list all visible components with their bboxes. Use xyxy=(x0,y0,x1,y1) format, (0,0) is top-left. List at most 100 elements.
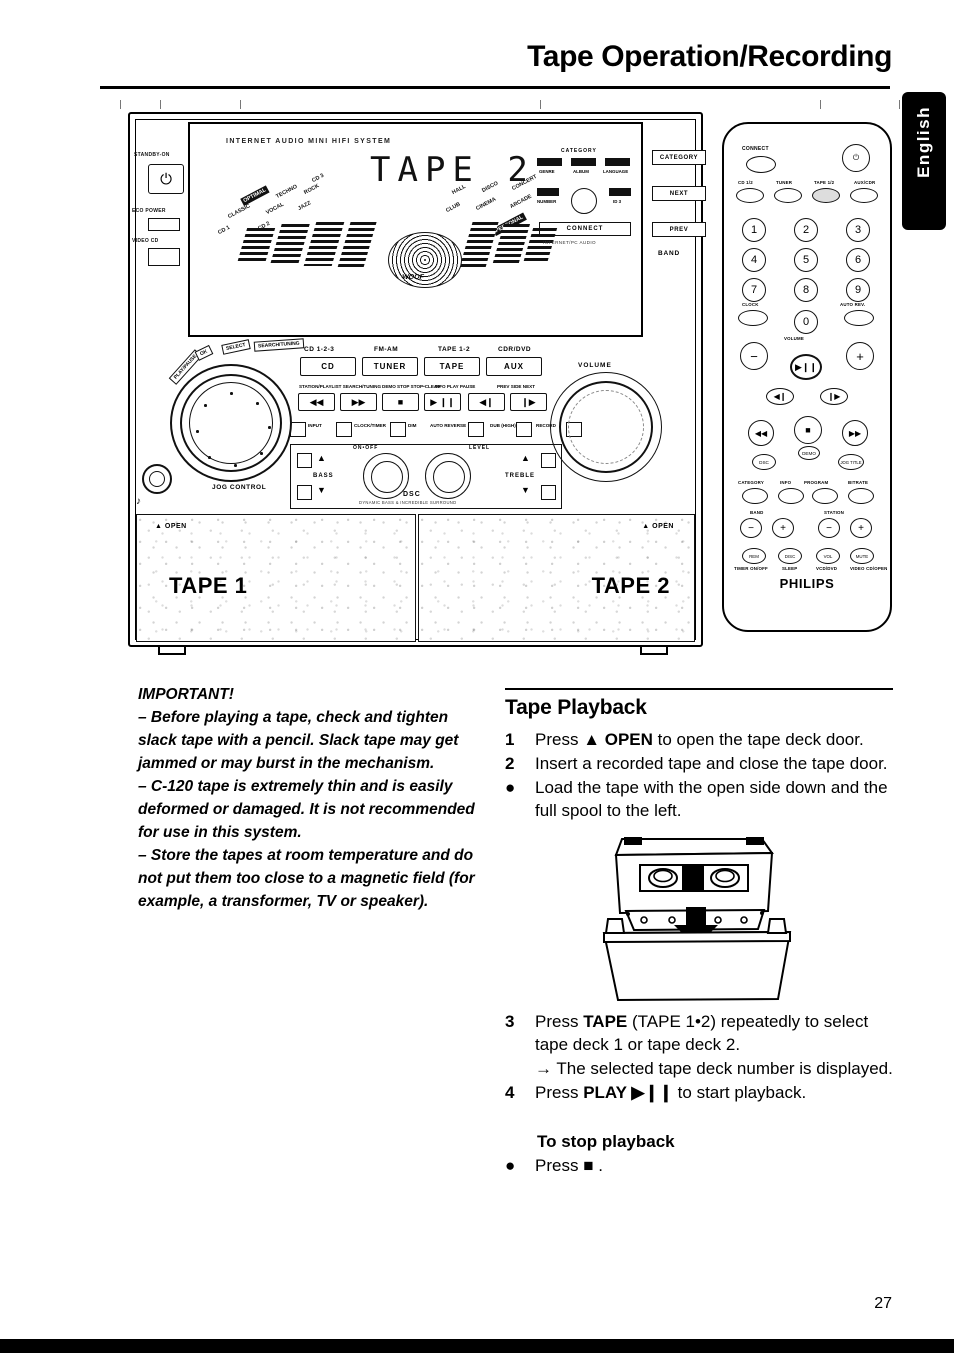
remote-volume-up-button[interactable]: + xyxy=(846,342,874,370)
remote-mute-button[interactable]: MUTE xyxy=(850,548,874,564)
source-button-cd[interactable]: CD xyxy=(300,357,356,376)
tone-control-panel: ▲ BASS ▼ ON•OFF LEVEL DSC DYNAMIC BASS &… xyxy=(290,444,562,509)
transport-button-forward[interactable]: ▶▶ xyxy=(340,393,377,411)
step-bullet: ● xyxy=(505,1156,516,1175)
remote-number-0[interactable]: 0 xyxy=(794,310,818,334)
spectrum-bar xyxy=(236,228,276,264)
category-key[interactable]: CATEGORY xyxy=(652,150,706,165)
remote-cap-category: CATEGORY xyxy=(738,480,764,485)
remote-connect-button[interactable] xyxy=(746,156,776,173)
next-key[interactable]: NEXT xyxy=(652,186,706,201)
remote-source-tuner-button[interactable] xyxy=(774,188,802,203)
remote-volume-down-button[interactable]: − xyxy=(740,342,768,370)
remote-station-down-button[interactable]: − xyxy=(818,518,840,538)
remote-number-5[interactable]: 5 xyxy=(794,248,818,272)
connect-button[interactable]: CONNECT xyxy=(539,222,631,236)
eq-preset-cd1: CD 1 xyxy=(217,224,232,236)
remote-jog-title-button[interactable]: JOG TITLE xyxy=(838,454,864,470)
remote-bitrate-button[interactable] xyxy=(848,488,874,504)
bass-down-button[interactable] xyxy=(297,485,312,500)
remote-category-button[interactable] xyxy=(742,488,768,504)
video-cd-button[interactable] xyxy=(148,248,180,266)
remote-band-up-button[interactable]: + xyxy=(772,518,794,538)
prev-key[interactable]: PREV xyxy=(652,222,706,237)
source-button-aux[interactable]: AUX xyxy=(486,357,542,376)
remote-number-7[interactable]: 7 xyxy=(742,278,766,302)
eco-power-button[interactable] xyxy=(148,218,180,231)
language-tab: English xyxy=(902,92,946,230)
remote-program-button[interactable] xyxy=(812,488,838,504)
playback-step: 3 Press TAPE (TAPE 1•2) repeatedly to sel… xyxy=(505,1010,897,1056)
category-knob[interactable] xyxy=(571,188,597,214)
tape-deck-1[interactable]: ▲ OPEN TAPE 1 xyxy=(136,514,416,642)
remote-info-button[interactable] xyxy=(778,488,804,504)
feature-button-dub[interactable] xyxy=(516,422,532,437)
source-cap-aux: CDR/DVD xyxy=(498,346,532,353)
transport-button-stop[interactable]: ■ xyxy=(382,393,419,411)
standby-button[interactable]: ⏻ xyxy=(148,164,184,194)
source-cap-tape: TAPE 1-2 xyxy=(438,346,471,353)
remote-number-1[interactable]: 1 xyxy=(742,218,766,242)
step-number: 4 xyxy=(505,1083,515,1102)
remote-number-6[interactable]: 6 xyxy=(846,248,870,272)
eco-power-label: ECO POWER xyxy=(132,208,166,214)
remote-forward-button[interactable]: ▶▶ xyxy=(842,420,868,446)
eq-preset-arcade: ARCADE xyxy=(509,193,533,210)
dsc-level-knob[interactable] xyxy=(425,453,471,499)
bass-up-button[interactable] xyxy=(297,453,312,468)
remote-band-down-button[interactable]: − xyxy=(740,518,762,538)
transport-button-prev[interactable]: ◀❙ xyxy=(468,393,505,411)
remote-stop-button[interactable]: ■ xyxy=(794,416,822,444)
remote-number-8[interactable]: 8 xyxy=(794,278,818,302)
treble-down-button[interactable] xyxy=(541,485,556,500)
remote-clock-button[interactable] xyxy=(738,310,768,326)
language-tab-label: English xyxy=(914,106,933,178)
playback-steps-upper: 1 Press ▲ OPEN to open the tape deck door… xyxy=(505,728,897,822)
remote-demo-button[interactable]: DEMO xyxy=(798,446,820,460)
playback-step: → The selected tape deck number is displ… xyxy=(505,1057,897,1080)
spectrum-bar xyxy=(303,222,345,266)
cassette-illustration-svg xyxy=(602,837,792,1002)
system-brandline: INTERNET AUDIO MINI HIFI SYSTEM xyxy=(226,138,392,145)
tape-deck-2[interactable]: ▲ OPEN TAPE 2 xyxy=(418,514,695,642)
lcd-display-text: TAPE 2 xyxy=(370,150,535,190)
tape-deck-2-open-label: ▲ OPEN xyxy=(642,523,674,530)
transport-button-rewind[interactable]: ◀◀ xyxy=(298,393,335,411)
headphone-icon: ♪ xyxy=(136,496,141,507)
remote-number-3[interactable]: 3 xyxy=(846,218,870,242)
remote-prev-button[interactable]: ◀❙ xyxy=(766,388,794,405)
remote-power-button[interactable]: ⏻ xyxy=(842,144,870,172)
remote-source-cd-button[interactable] xyxy=(736,188,764,203)
remote-dsc-button[interactable]: DSC xyxy=(752,454,776,470)
remote-station-up-button[interactable]: + xyxy=(850,518,872,538)
feature-button-input[interactable] xyxy=(290,422,306,437)
feature-button-dim[interactable] xyxy=(390,422,406,437)
transport-button-play[interactable]: ▶ ❙❙ xyxy=(424,393,461,411)
standby-column: STANDBY-ON ⏻ ECO POWER VIDEO CD xyxy=(126,150,190,290)
feature-button-clock-timer[interactable] xyxy=(336,422,352,437)
remote-rem-button[interactable]: REM xyxy=(742,548,766,564)
source-button-tape[interactable]: TAPE xyxy=(424,357,480,376)
right-key-column: CATEGORY NEXT PREV BAND xyxy=(650,144,712,274)
remote-play-pause-button[interactable]: ▶❙❙ xyxy=(790,354,822,380)
transport-button-next[interactable]: ❙▶ xyxy=(510,393,547,411)
remote-vol-button[interactable]: VOL xyxy=(816,548,840,564)
page-bottom-bar xyxy=(0,1339,954,1353)
volume-knob[interactable] xyxy=(550,372,662,482)
important-paragraph: – Store the tapes at room temperature an… xyxy=(138,847,475,910)
remote-autorev-label: AUTO REV. xyxy=(840,302,866,307)
source-button-tuner[interactable]: TUNER xyxy=(362,357,418,376)
remote-source-aux-button[interactable] xyxy=(850,188,878,203)
remote-number-9[interactable]: 9 xyxy=(846,278,870,302)
remote-number-2[interactable]: 2 xyxy=(794,218,818,242)
remote-disc-button[interactable]: DISC xyxy=(778,548,802,564)
remote-rewind-button[interactable]: ◀◀ xyxy=(748,420,774,446)
remote-next-button[interactable]: ❙▶ xyxy=(820,388,848,405)
important-paragraph: – Before playing a tape, check and tight… xyxy=(138,709,459,772)
section-title: Tape Playback xyxy=(505,696,647,719)
remote-number-4[interactable]: 4 xyxy=(742,248,766,272)
remote-source-tape-button[interactable] xyxy=(812,188,840,203)
remote-autorev-button[interactable] xyxy=(844,310,874,326)
feature-button-auto-reverse[interactable] xyxy=(468,422,484,437)
feature-cap-auto-reverse: AUTO REVERSE xyxy=(430,423,467,428)
